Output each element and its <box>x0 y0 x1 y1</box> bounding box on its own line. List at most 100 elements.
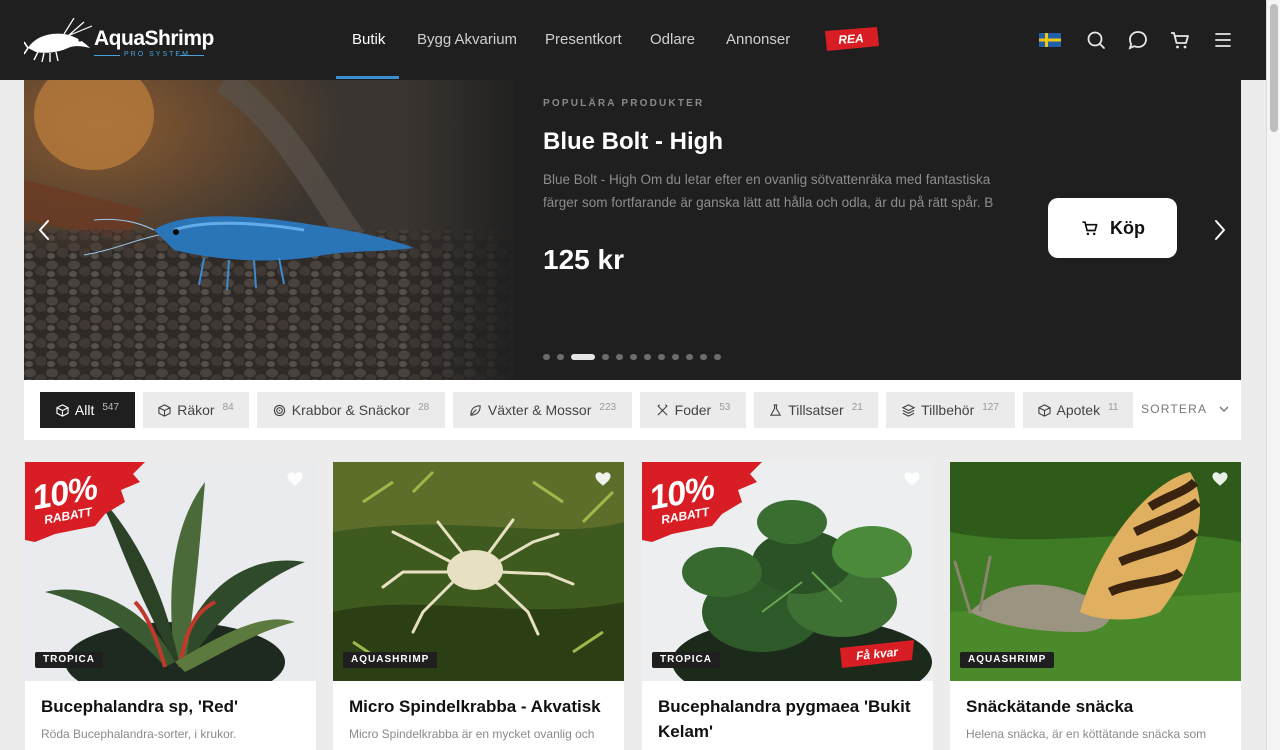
box-icon <box>1037 403 1051 417</box>
carousel-dot[interactable] <box>700 354 707 360</box>
sort-dropdown[interactable]: SORTERA <box>1141 402 1229 416</box>
carousel-dot[interactable] <box>672 354 679 360</box>
product-title[interactable]: Bucephalandra sp, 'Red' <box>41 694 303 719</box>
cart-icon[interactable] <box>1168 28 1192 52</box>
filter-label: Apotek <box>1056 402 1101 418</box>
flask-icon <box>770 403 782 416</box>
category-filter-bar: Allt 547 Räkor 84 Krabbor & Snäckor 28 Växt… <box>24 380 1241 440</box>
carousel-dot[interactable] <box>714 354 721 360</box>
filter-count: 11 <box>1108 401 1119 413</box>
product-image[interactable]: 10% RABATT Få kvar TROPICA <box>642 462 933 681</box>
page-scrollbar[interactable] <box>1266 0 1280 750</box>
nav-item-odlare[interactable]: Odlare <box>650 0 695 80</box>
product-image[interactable]: 10% RABATT TROPICA <box>25 462 316 681</box>
layers-icon <box>902 403 916 417</box>
chat-icon[interactable] <box>1126 28 1150 52</box>
chevron-down-icon <box>1219 406 1229 412</box>
utensils-icon <box>657 403 668 416</box>
favorite-heart-icon[interactable] <box>286 470 304 488</box>
sale-button[interactable]: REA <box>823 26 879 52</box>
filter-count: 53 <box>719 401 731 413</box>
product-description: Röda Bucephalandra-sorter, i krukor. <box>41 727 237 741</box>
product-card[interactable]: 10% RABATT Få kvar TROPICA Bucephalandra… <box>642 462 933 750</box>
brand-name: AquaShrimp <box>94 27 214 50</box>
filter-chip-apotek[interactable]: Apotek 11 <box>1023 392 1133 428</box>
sale-label: REA <box>837 31 865 47</box>
product-card[interactable]: AQUASHRIMP Micro Spindelkrabba - Akvatis… <box>333 462 624 750</box>
carousel-dot[interactable] <box>543 354 550 360</box>
product-description: Helena snäcka, är en köttätande snäcka s… <box>966 727 1207 741</box>
carousel-dot[interactable] <box>616 354 623 360</box>
filter-chip-rakor[interactable]: Räkor 84 <box>143 392 249 428</box>
filter-count: 547 <box>102 401 120 413</box>
favorite-heart-icon[interactable] <box>594 470 612 488</box>
carousel-dot[interactable] <box>557 354 564 360</box>
logo-divider <box>180 55 204 56</box>
spider-crab-photo <box>333 462 624 681</box>
shrimp-logo-icon <box>24 18 93 63</box>
carousel-prev-arrow-icon[interactable] <box>36 218 52 242</box>
filter-count: 84 <box>222 401 234 413</box>
carousel-dot[interactable] <box>602 354 609 360</box>
logo[interactable]: AquaShrimp PRO SYSTEM <box>24 18 214 64</box>
search-icon[interactable] <box>1084 28 1108 52</box>
filter-count: 28 <box>418 401 430 413</box>
brand-tag: AQUASHRIMP <box>960 652 1055 668</box>
nav-active-indicator <box>336 76 399 79</box>
buy-button-label: Köp <box>1110 217 1145 238</box>
brand-tag: AQUASHRIMP <box>343 652 438 668</box>
nav-item-butik[interactable]: Butik <box>352 0 385 80</box>
spiral-icon <box>273 404 285 416</box>
filter-label: Foder <box>674 402 712 418</box>
filter-label: Krabbor & Snäckor <box>291 402 411 418</box>
filter-chip-tillsatser[interactable]: Tillsatser 21 <box>754 392 878 428</box>
filter-count: 21 <box>851 401 863 413</box>
assassin-snail-photo <box>950 462 1241 681</box>
carousel-dot[interactable] <box>571 354 595 360</box>
hero-product-title[interactable]: Blue Bolt - High <box>543 128 723 156</box>
product-title[interactable]: Bucephalandra pygmaea 'Bukit Kelam' <box>658 694 920 744</box>
menu-icon[interactable] <box>1211 28 1235 52</box>
product-card[interactable]: 10% RABATT TROPICA Bucephalandra sp, 'Re… <box>25 462 316 750</box>
brand-tag: TROPICA <box>35 652 103 668</box>
logo-divider <box>94 55 120 56</box>
hero-product-price: 125 kr <box>543 244 624 275</box>
nav-item-bygg-akvarium[interactable]: Bygg Akvarium <box>417 0 517 80</box>
product-card[interactable]: AQUASHRIMP Snäckätande snäcka Helena snä… <box>950 462 1241 750</box>
swedish-flag-icon[interactable] <box>1039 33 1061 47</box>
filter-chip-krabbor-snackor[interactable]: Krabbor & Snäckor 28 <box>257 392 445 428</box>
filter-chip-vaxter-mossor[interactable]: Växter & Mossor 223 <box>453 392 632 428</box>
favorite-heart-icon[interactable] <box>1211 470 1229 488</box>
nav-item-annonser[interactable]: Annonser <box>726 0 790 80</box>
hero-image-fade <box>404 80 524 380</box>
brand-tag: TROPICA <box>652 652 720 668</box>
filter-chip-tillbehor[interactable]: Tillbehör 127 <box>886 392 1015 428</box>
buy-button[interactable]: Köp <box>1048 198 1177 258</box>
carousel-dot[interactable] <box>630 354 637 360</box>
filter-label: Tillsatser <box>788 402 844 418</box>
scrollbar-thumb[interactable] <box>1270 4 1278 132</box>
carousel-dot[interactable] <box>644 354 651 360</box>
filter-chip-allt[interactable]: Allt 547 <box>40 392 135 428</box>
discount-badge: 10% RABATT <box>642 462 762 542</box>
site-header: AquaShrimp PRO SYSTEM Butik Bygg Akvariu… <box>0 0 1266 80</box>
box-icon <box>56 403 69 417</box>
carousel-dot[interactable] <box>658 354 665 360</box>
favorite-heart-icon[interactable] <box>903 470 921 488</box>
filter-count: 223 <box>599 401 617 413</box>
hero-eyebrow: POPULÄRA PRODUKTER <box>543 98 705 109</box>
product-title[interactable]: Snäckätande snäcka <box>966 694 1228 719</box>
filter-chip-foder[interactable]: Foder 53 <box>640 392 746 428</box>
product-image[interactable]: AQUASHRIMP <box>333 462 624 681</box>
hero-product-description: Blue Bolt - High Om du letar efter en ov… <box>543 172 994 210</box>
filter-label: Räkor <box>177 402 215 418</box>
nav-item-presentkort[interactable]: Presentkort <box>545 0 622 80</box>
filter-label: Tillbehör <box>921 402 975 418</box>
product-image[interactable]: AQUASHRIMP <box>950 462 1241 681</box>
sort-label: SORTERA <box>1141 402 1208 416</box>
hero-carousel: POPULÄRA PRODUKTER Blue Bolt - High Blue… <box>24 80 1241 380</box>
carousel-dot[interactable] <box>686 354 693 360</box>
carousel-next-arrow-icon[interactable] <box>1212 218 1228 242</box>
filter-label: Allt <box>74 402 95 418</box>
product-title[interactable]: Micro Spindelkrabba - Akvatisk <box>349 694 611 719</box>
